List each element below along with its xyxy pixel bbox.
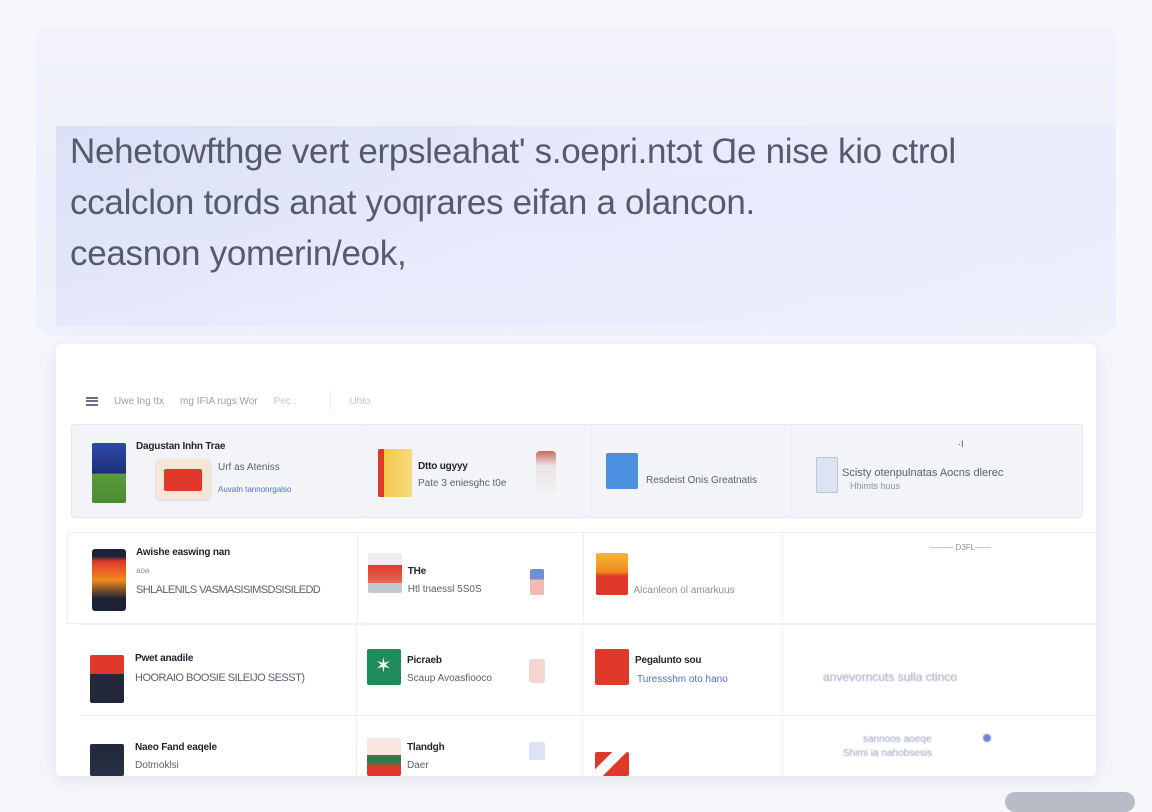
star-icon: ✶ (375, 655, 392, 677)
row3-c3-title: Pegalunto sou (635, 655, 702, 666)
row1-c4-title: Scisty otenpulnatas Aocns dlerec (842, 467, 1004, 479)
row3-sub: HOORAIO BOOSIE SILEIJO SESST) (135, 672, 305, 684)
row4-cell-3 (583, 716, 783, 776)
row4-sub: Dotmoklsi (135, 760, 179, 771)
bottle-icon (536, 451, 556, 493)
row1-c4-sub: Hhimts huus (850, 481, 901, 491)
book-cover (90, 655, 124, 703)
book-cover (367, 738, 401, 776)
book-cover (90, 744, 124, 776)
row1-cell-1: Dagustan Inhn Trae Urf as Ateniss Auvatn… (72, 425, 366, 517)
toolbar-item-3[interactable]: Pec : (274, 396, 297, 407)
dot-icon (983, 734, 991, 742)
row1-cell-4: ·I Scisty otenpulnatas Aocns dlerec Hhim… (792, 425, 1082, 517)
small-badge (529, 569, 544, 595)
row2-c3-text: Alcanleon ol amarkuus (633, 585, 735, 596)
row2-cell-4: ——— D3FL—— (783, 533, 1096, 623)
bottle-icon (529, 659, 545, 683)
blue-card (606, 453, 638, 489)
row4-c4-title: sannoos aoeqe (863, 734, 932, 745)
toolbar-item-1[interactable]: Uwe Ing ttx (114, 396, 164, 407)
row2-cell-3: Alcanleon ol amarkuus (584, 533, 784, 623)
row2-title: Awishe easwing nan (136, 547, 231, 558)
row1-cell-2: Dtto ugyyy Pate 3 eniesghc t0e (366, 425, 592, 517)
row4-c4-sub: Shimi ia nahobsesis (843, 748, 932, 759)
toolbar: Uwe Ing ttx mg IFIA rugs Wor Pec : Uhto (56, 384, 1096, 418)
corner-tab[interactable] (1005, 792, 1135, 812)
hero-line-2: ccalclon tords anat yoƣrares eifan a ola… (70, 183, 755, 222)
row3-c2-sub: Scaup Avoasfiooco (407, 673, 492, 684)
row3-c3-sub[interactable]: Turessshm oto hano (637, 674, 728, 685)
toolbar-item-4[interactable]: Uhto (349, 396, 370, 407)
hero-line-3: ceasnon yomerin/eok, (70, 234, 407, 273)
book-cover (595, 553, 628, 595)
row2-c2-title: THe (407, 566, 427, 577)
hero-card: Nehetowfthge vert erpsleahat' s.oepri.nt… (36, 26, 1116, 336)
table-row-3[interactable]: Pwet anadile HOORAIO BOOSIE SILEIJO SESS… (80, 625, 1096, 715)
table-row-2[interactable]: Awishe easwing nan aoa SHLALENILS VASMAS… (67, 532, 1096, 624)
row2-cell-2: THe Htl tnaessl 5S0S (358, 533, 584, 623)
book-cover (367, 553, 402, 593)
book-cover (595, 752, 629, 776)
row1-title: Dagustan Inhn Trae (136, 441, 226, 452)
toolbar-divider (330, 390, 332, 412)
book-cover (595, 649, 629, 685)
book-cover (92, 443, 126, 503)
hero-headline: Nehetowfthge vert erpsleahat' s.oepri.nt… (70, 126, 1110, 279)
table-row-1[interactable]: Dagustan Inhn Trae Urf as Ateniss Auvatn… (71, 424, 1083, 518)
sticker-badge (156, 459, 210, 499)
row3-c2-title: Picraeb (407, 655, 442, 666)
row2-c2-sub: Htl tnaessl 5S0S (407, 584, 482, 595)
row1-c3-text: Resdeist Onis Greatnatis (646, 475, 758, 486)
row3-cell-1: Pwet anadile HOORAIO BOOSIE SILEIJO SESS… (80, 625, 357, 715)
row2-sub: aoa (136, 566, 150, 575)
small-badge (529, 742, 545, 760)
table-row-4[interactable]: Naeo Fand eaqele Dotmoklsi Tlandgh Daer … (80, 716, 1096, 776)
row4-cell-1: Naeo Fand eaqele Dotmoklsi (80, 716, 357, 776)
row4-cell-4: sannoos aoeqe Shimi ia nahobsesis (783, 716, 1096, 776)
toolbar-item-2[interactable]: mg IFIA rugs Wor (180, 396, 258, 407)
document-icon (816, 457, 838, 493)
hero-line-1: Nehetowfthge vert erpsleahat' s.oepri.nt… (70, 132, 956, 171)
row3-cell-2: ✶ Picraeb Scaup Avoasfiooco (357, 625, 583, 715)
row1-c2-sub: Pate 3 eniesghc t0e (418, 478, 507, 489)
row1-link[interactable]: Auvatn tannonrgalso (218, 485, 291, 494)
row3-cell-4: anvevorncuts sulla ctinco (783, 625, 1096, 715)
row2-meta: SHLALENILS VASMASISIMSDSISILEDD (136, 584, 321, 596)
row3-title: Pwet anadile (135, 653, 194, 664)
row3-cell-3: Pegalunto sou Turessshm oto hano (583, 625, 783, 715)
book-cover (92, 549, 126, 611)
row2-c4-text: ——— D3FL—— (929, 543, 992, 552)
row4-c2-title: Tlandgh (407, 742, 445, 753)
row1-cell-3: Resdeist Onis Greatnatis (592, 425, 792, 517)
row2-cell-1: Awishe easwing nan aoa SHLALENILS VASMAS… (68, 533, 358, 623)
row1-c2-title: Dtto ugyyy (418, 461, 468, 472)
book-cover (378, 449, 412, 497)
row3-c4-text: anvevorncuts sulla ctinco (823, 670, 958, 684)
row4-cell-2: Tlandgh Daer (357, 716, 583, 776)
row4-c2-sub: Daer (407, 760, 429, 771)
row1-c4-marker: ·I (958, 439, 964, 449)
row1-subtitle: Urf as Ateniss (218, 462, 280, 473)
row4-title: Naeo Fand eaqele (135, 742, 217, 753)
menu-icon[interactable] (86, 396, 98, 406)
